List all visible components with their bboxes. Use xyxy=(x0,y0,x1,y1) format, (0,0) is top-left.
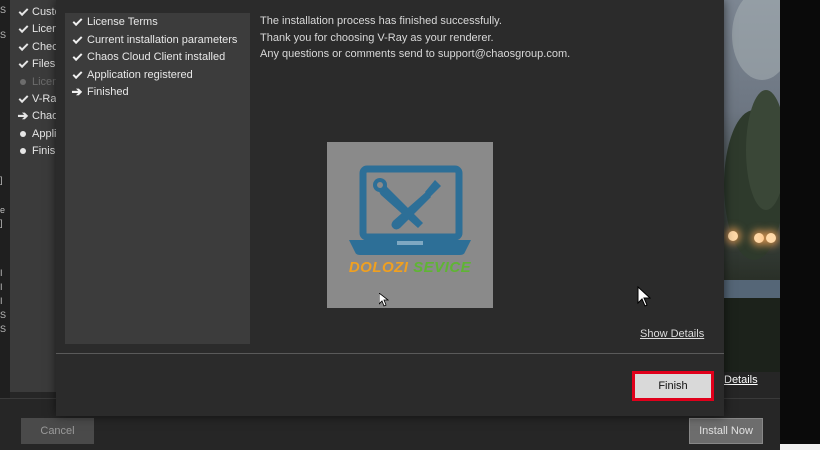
street-lamp xyxy=(766,233,776,243)
bg-step-label: Appli xyxy=(32,128,57,140)
right-bottom-strip xyxy=(780,444,820,450)
step-installation-parameters: Current installation parameters xyxy=(70,31,237,49)
laptop-wrench-icon xyxy=(349,165,471,255)
edge-glyph: S xyxy=(0,30,7,40)
logo-wordmark: DOLOZI SEVICE xyxy=(327,259,493,276)
check-icon xyxy=(16,6,30,18)
step-license-terms: License Terms xyxy=(70,13,158,31)
edge-glyph: S xyxy=(0,5,7,15)
dolozi-logo: DOLOZI SEVICE xyxy=(327,142,493,308)
check-icon xyxy=(70,34,84,46)
edge-glyph: I xyxy=(0,268,3,278)
check-icon xyxy=(70,69,84,81)
step-label: License Terms xyxy=(87,16,158,28)
install-now-button[interactable]: Install Now xyxy=(689,418,763,444)
bg-step-label: Files xyxy=(32,58,56,70)
thank-you-message: Thank you for choosing V-Ray as your ren… xyxy=(260,32,494,44)
bg-step-item: Checl xyxy=(16,38,58,56)
details-link[interactable]: Details xyxy=(724,374,758,386)
bg-step-label: Licen xyxy=(32,23,58,35)
check-icon xyxy=(70,16,84,28)
logo-word-sevice: SEVICE xyxy=(413,259,472,276)
installation-complete-dialog: License Terms Current installation param… xyxy=(56,0,724,416)
check-icon xyxy=(16,41,30,53)
tree-shape xyxy=(746,90,780,210)
bg-step-item: Custo xyxy=(16,3,58,21)
step-cloud-client: Chaos Cloud Client installed xyxy=(70,48,225,66)
step-label: Chaos Cloud Client installed xyxy=(87,51,226,63)
bg-step-item: ➔ Chaos xyxy=(16,107,58,125)
bg-step-label: Chaos xyxy=(32,110,58,122)
bg-step-item: Licen xyxy=(16,20,58,38)
step-application-registered: Application registered xyxy=(70,66,193,84)
check-icon xyxy=(16,58,30,70)
dot-icon xyxy=(16,145,30,157)
finish-button-highlight: Finish xyxy=(632,371,714,401)
edge-glyph: e xyxy=(0,205,6,215)
water xyxy=(724,280,780,298)
bg-step-label: V-Ray xyxy=(32,93,58,105)
ground xyxy=(724,298,780,372)
bg-step-item: Licen xyxy=(16,73,58,91)
background-render-image xyxy=(724,0,780,372)
dialog-divider xyxy=(56,353,724,354)
edge-glyph: S xyxy=(0,310,7,320)
success-message: The installation process has finished su… xyxy=(260,15,502,27)
bg-step-label: Licen xyxy=(32,76,58,88)
step-label: Application registered xyxy=(87,69,193,81)
check-icon xyxy=(70,51,84,63)
background-steps-sidebar: Custo Licen Checl Files Licen V-Ray ➔ Ch… xyxy=(10,0,58,392)
cancel-button[interactable]: Cancel xyxy=(21,418,94,444)
bg-step-label: Custo xyxy=(32,6,58,18)
support-message: Any questions or comments send to suppor… xyxy=(260,48,571,60)
step-finished: ➔ Finished xyxy=(70,83,129,101)
show-details-link[interactable]: Show Details xyxy=(640,328,704,340)
tree-shape xyxy=(732,0,780,80)
arrow-right-icon: ➔ xyxy=(17,108,29,123)
edge-glyph: I xyxy=(0,282,3,292)
dot-icon xyxy=(16,128,30,140)
right-black-strip xyxy=(780,0,820,450)
bg-step-item: Appli xyxy=(16,125,56,143)
left-edge-strip: S S ] e ] I I I S S xyxy=(0,0,10,450)
bg-step-label: Checl xyxy=(32,41,58,53)
check-icon xyxy=(16,93,30,105)
bg-step-label: Finish xyxy=(32,145,58,157)
dialog-steps-sidebar: License Terms Current installation param… xyxy=(65,13,250,344)
step-label: Current installation parameters xyxy=(87,34,238,46)
edge-glyph: ] xyxy=(0,218,3,228)
bg-step-item: Finish xyxy=(16,142,58,160)
step-label: Finished xyxy=(87,86,129,98)
edge-glyph: I xyxy=(0,296,3,306)
edge-glyph: S xyxy=(0,324,7,334)
street-lamp xyxy=(728,231,738,241)
dot-icon xyxy=(16,76,30,88)
logo-word-dolozi: DOLOZI xyxy=(348,259,409,276)
bg-step-item: V-Ray xyxy=(16,90,58,108)
street-lamp xyxy=(754,233,764,243)
bg-step-item: Files xyxy=(16,55,55,73)
edge-glyph: ] xyxy=(0,175,3,185)
arrow-right-icon: ➔ xyxy=(71,84,83,99)
check-icon xyxy=(16,23,30,35)
finish-button[interactable]: Finish xyxy=(635,374,711,398)
